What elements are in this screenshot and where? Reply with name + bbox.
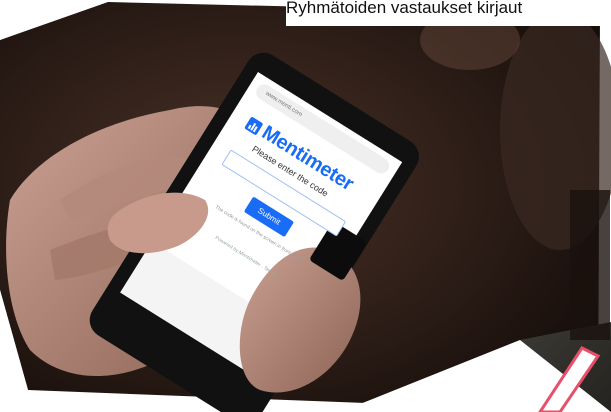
- caption-text: Ryhmätoiden vastaukset kirjaut: [286, 0, 611, 26]
- mentimeter-logo-icon: [244, 115, 264, 136]
